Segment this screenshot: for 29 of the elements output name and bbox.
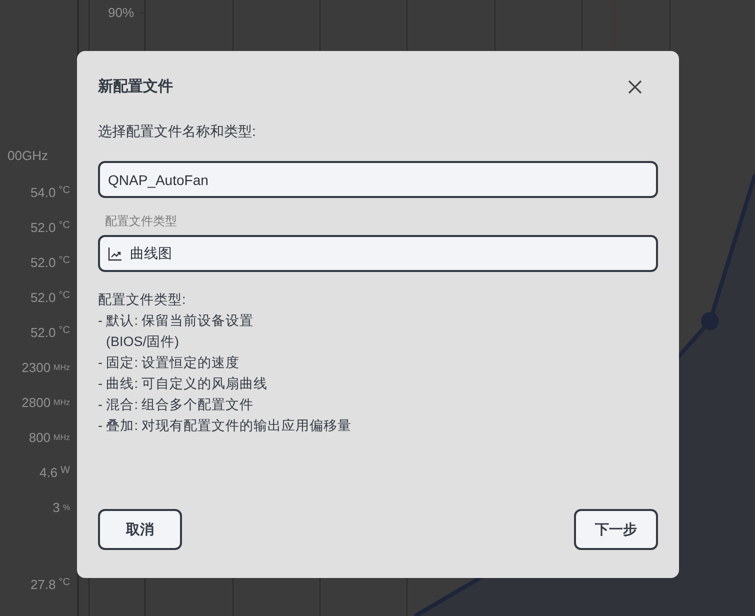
chart-icon (108, 246, 122, 260)
sensor-reading: 4.6 W (39, 465, 70, 482)
description-item: - 混合: 组合多个配置文件 (98, 396, 255, 414)
dialog-button[interactable]: 下一步 (574, 509, 658, 550)
sensor-reading: 800 MHz (28, 430, 70, 447)
sensor-reading: 3 % (52, 500, 70, 517)
sensor-reading: 54.0 °C (30, 185, 70, 202)
description-item: (BIOS/固件) (105, 333, 180, 351)
description-item: - 叠加: 对现有配置文件的输出应用偏移量 (98, 417, 353, 435)
close-icon[interactable] (628, 80, 642, 94)
description-heading: 配置文件类型: (98, 291, 187, 309)
sensor-reading: 00GHz (8, 148, 48, 165)
description-item: - 曲线: 可自定义的风扇曲线 (98, 375, 269, 393)
sensor-reading: 27.8 °C (30, 577, 70, 594)
sensor-reading: 52.0 °C (30, 255, 70, 272)
sensor-reading: 2300 MHz (22, 360, 70, 377)
sensor-reading: 52.0 °C (30, 325, 70, 342)
dialog-title: 新配置文件 (98, 77, 173, 96)
description-item: - 默认: 保留当前设备设置 (98, 312, 255, 330)
dialog-button[interactable]: 取消 (98, 509, 182, 550)
sensor-reading: 52.0 °C (30, 220, 70, 237)
name-field[interactable]: QNAP_AutoFan (98, 161, 658, 198)
axis-label: 90% (108, 5, 134, 20)
sensor-reading: 2800 MHz (22, 395, 70, 412)
type-dropdown[interactable]: 曲线图 (98, 235, 658, 272)
prompt-text: 选择配置文件名称和类型: (98, 123, 257, 141)
description-item: - 固定: 设置恒定的速度 (98, 354, 241, 372)
field-label: 配置文件类型 (105, 213, 178, 230)
sensor-reading: 52.0 °C (30, 290, 70, 307)
